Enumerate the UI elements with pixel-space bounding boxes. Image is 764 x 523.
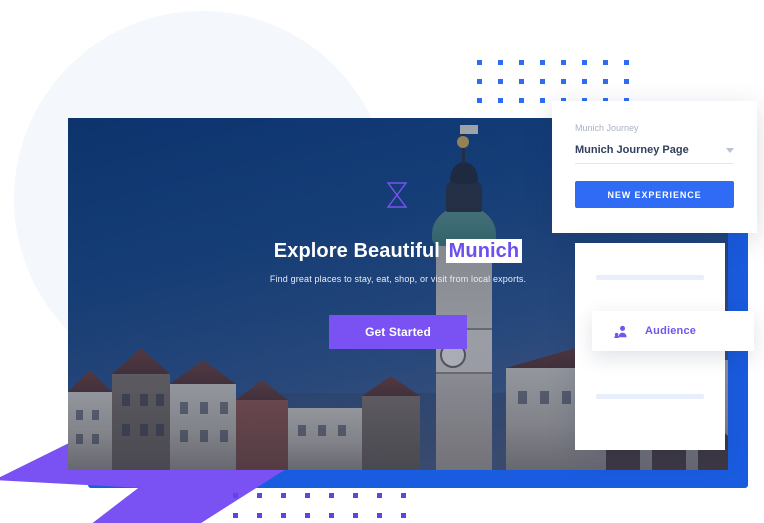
new-experience-button[interactable]: NEW EXPERIENCE (575, 181, 734, 208)
journey-page-select[interactable]: Munich Journey Page (575, 144, 734, 164)
grid-dot (233, 493, 238, 498)
audience-menu-item[interactable]: Audience (592, 311, 754, 351)
grid-dot (353, 513, 358, 518)
grid-dot (477, 60, 482, 65)
grid-dot (540, 98, 545, 103)
grid-dot (477, 98, 482, 103)
chevron-down-icon (726, 147, 734, 153)
dot-grid-bottom (233, 493, 425, 523)
grid-dot (561, 79, 566, 84)
grid-dot (540, 60, 545, 65)
grid-dot (561, 60, 566, 65)
grid-dot (498, 79, 503, 84)
grid-dot (519, 79, 524, 84)
grid-dot (281, 493, 286, 498)
grid-dot (582, 79, 587, 84)
grid-dot (233, 513, 238, 518)
grid-dot (498, 98, 503, 103)
grid-dot (353, 493, 358, 498)
get-started-button[interactable]: Get Started (329, 314, 467, 349)
journey-settings-card: Munich Journey Munich Journey Page NEW E… (552, 101, 757, 233)
grid-dot (603, 79, 608, 84)
journey-field-label: Munich Journey (575, 123, 639, 133)
grid-dot (329, 513, 334, 518)
resize-handle-icon[interactable] (386, 181, 408, 209)
grid-dot (401, 493, 406, 498)
grid-dot (582, 60, 587, 65)
page-root: Explore Beautiful Munich Find great plac… (0, 0, 764, 523)
journey-page-select-value: Munich Journey Page (575, 144, 689, 156)
grid-dot (305, 493, 310, 498)
hero-subtitle: Find great places to stay, eat, shop, or… (269, 273, 527, 284)
grid-dot (257, 513, 262, 518)
grid-dot (624, 79, 629, 84)
hero-title-prefix: Explore Beautiful (273, 239, 446, 262)
audience-menu-item-label: Audience (645, 325, 697, 337)
grid-dot (401, 513, 406, 518)
grid-dot (519, 60, 524, 65)
grid-dot (377, 513, 382, 518)
grid-dot (305, 513, 310, 518)
grid-dot (281, 513, 286, 518)
grid-dot (519, 98, 524, 103)
grid-dot (477, 79, 482, 84)
grid-dot (603, 60, 608, 65)
grid-dot (329, 493, 334, 498)
grid-dot (624, 60, 629, 65)
grid-dot (498, 60, 503, 65)
grid-dot (257, 493, 262, 498)
page-title: Explore Beautiful Munich (273, 238, 523, 263)
hero-title-highlight: Munich (445, 238, 523, 263)
grid-dot (377, 493, 382, 498)
grid-dot (540, 79, 545, 84)
audience-people-icon (614, 325, 627, 338)
